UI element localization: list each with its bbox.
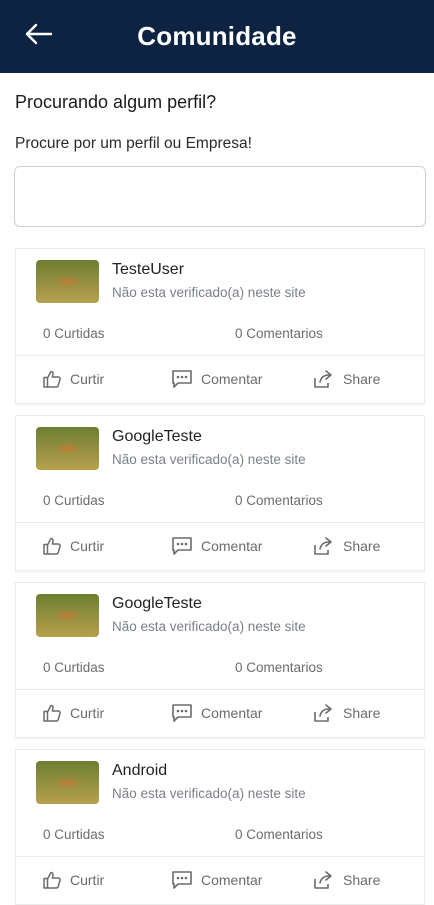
search-subtitle: Procure por um perfil ou Empresa! — [15, 135, 252, 152]
verification-status: Não esta verificado(a) neste site — [112, 285, 306, 300]
thumbs-up-icon — [42, 703, 62, 723]
like-button[interactable]: Curtir — [42, 527, 104, 565]
comment-button[interactable]: Comentar — [171, 861, 262, 899]
profile-card[interactable]: GoogleTeste Não esta verificado(a) neste… — [15, 415, 425, 571]
comment-icon — [171, 369, 193, 389]
avatar — [36, 594, 99, 637]
page-title: Comunidade — [137, 21, 297, 51]
back-button[interactable] — [22, 20, 56, 48]
verification-status: Não esta verificado(a) neste site — [112, 786, 306, 801]
likes-count: 0 Curtidas — [43, 827, 105, 842]
share-icon — [313, 536, 335, 556]
share-button[interactable]: Share — [313, 694, 380, 732]
share-button[interactable]: Share — [313, 861, 380, 899]
avatar — [36, 427, 99, 470]
search-heading: Procurando algum perfil? — [15, 92, 217, 112]
divider — [16, 355, 424, 356]
verification-status: Não esta verificado(a) neste site — [112, 619, 306, 634]
profile-name: Android — [112, 762, 168, 779]
share-button[interactable]: Share — [313, 360, 380, 398]
share-label: Share — [343, 872, 381, 888]
comment-icon — [171, 536, 193, 556]
like-label: Curtir — [70, 371, 105, 387]
thumbs-up-icon — [42, 536, 62, 556]
like-label: Curtir — [70, 872, 105, 888]
like-label: Curtir — [70, 705, 105, 721]
share-label: Share — [343, 538, 381, 554]
verification-status: Não esta verificado(a) neste site — [112, 452, 306, 467]
like-label: Curtir — [70, 538, 105, 554]
comment-button[interactable]: Comentar — [171, 694, 262, 732]
comments-count: 0 Comentarios — [235, 827, 323, 842]
comment-button[interactable]: Comentar — [171, 360, 262, 398]
comment-icon — [171, 870, 193, 890]
share-label: Share — [343, 371, 381, 387]
divider — [16, 856, 424, 857]
share-icon — [313, 369, 335, 389]
avatar — [36, 260, 99, 303]
comment-icon — [171, 703, 193, 723]
likes-count: 0 Curtidas — [43, 493, 105, 508]
profile-card[interactable]: TesteUser Não esta verificado(a) neste s… — [15, 248, 425, 404]
share-label: Share — [343, 705, 381, 721]
profile-name: TesteUser — [112, 261, 185, 278]
share-icon — [313, 870, 335, 890]
comments-count: 0 Comentarios — [235, 326, 323, 341]
comment-button[interactable]: Comentar — [171, 527, 262, 565]
arrow-left-icon — [25, 23, 53, 45]
profile-card[interactable]: Android Não esta verificado(a) neste sit… — [15, 749, 425, 905]
comment-label: Comentar — [201, 371, 263, 387]
like-button[interactable]: Curtir — [42, 861, 104, 899]
profile-name: GoogleTeste — [112, 428, 202, 445]
divider — [16, 689, 424, 690]
share-icon — [313, 703, 335, 723]
avatar — [36, 761, 99, 804]
profile-name: GoogleTeste — [112, 595, 202, 612]
likes-count: 0 Curtidas — [43, 660, 105, 675]
divider — [16, 522, 424, 523]
comments-count: 0 Comentarios — [235, 493, 323, 508]
comment-label: Comentar — [201, 705, 263, 721]
comments-count: 0 Comentarios — [235, 660, 323, 675]
likes-count: 0 Curtidas — [43, 326, 105, 341]
thumbs-up-icon — [42, 870, 62, 890]
like-button[interactable]: Curtir — [42, 694, 104, 732]
comment-label: Comentar — [201, 538, 263, 554]
thumbs-up-icon — [42, 369, 62, 389]
comment-label: Comentar — [201, 872, 263, 888]
app-bar: Comunidade — [0, 0, 434, 73]
like-button[interactable]: Curtir — [42, 360, 104, 398]
share-button[interactable]: Share — [313, 527, 380, 565]
search-input[interactable] — [14, 166, 426, 227]
profile-card[interactable]: GoogleTeste Não esta verificado(a) neste… — [15, 582, 425, 738]
